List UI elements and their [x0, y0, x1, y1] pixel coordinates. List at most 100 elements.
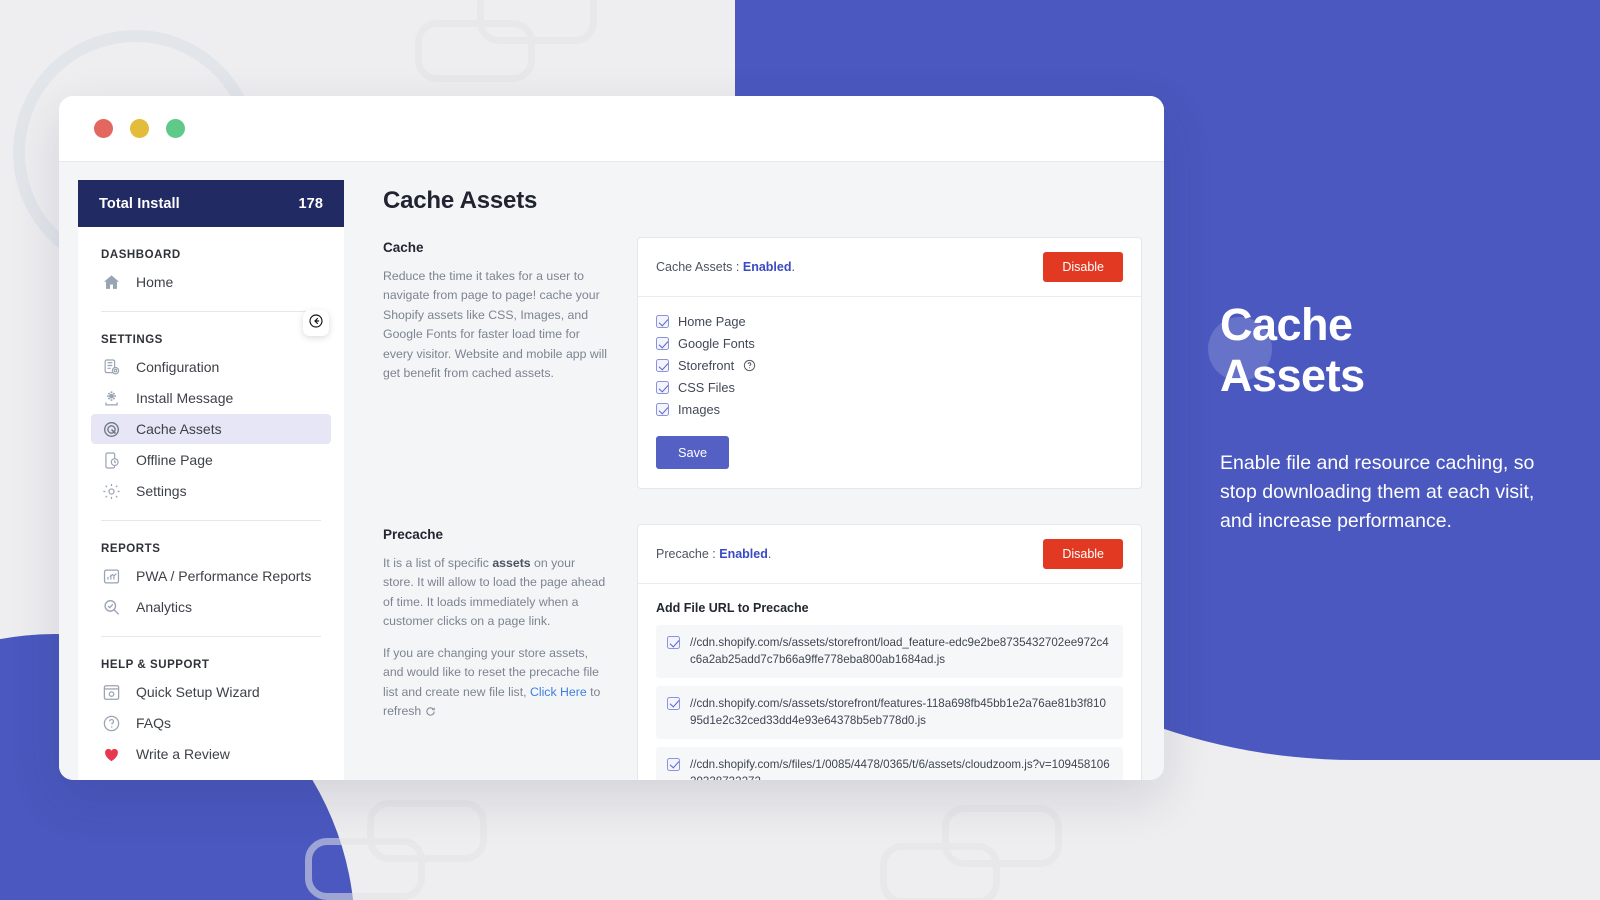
precache-card-header: Precache : Enabled. Disable	[638, 525, 1141, 584]
gear-install-icon	[101, 388, 122, 409]
precache-disable-button[interactable]: Disable	[1043, 539, 1123, 569]
maximize-icon[interactable]	[166, 119, 185, 138]
cache-section: Cache Reduce the time it takes for a use…	[383, 237, 1142, 489]
precache-file-row[interactable]: //cdn.shopify.com/s/assets/storefront/fe…	[656, 685, 1123, 739]
checkbox-row[interactable]: CSS Files	[656, 380, 1123, 395]
question-circle-icon	[101, 713, 122, 734]
cache-clock-icon	[101, 419, 122, 440]
cache-heading: Cache	[383, 240, 424, 255]
checkbox-home-page[interactable]	[656, 315, 669, 328]
precache-file-url: //cdn.shopify.com/s/assets/storefront/fe…	[690, 696, 1106, 728]
cache-status: Cache Assets : Enabled.	[656, 260, 795, 274]
precache-description-2: If you are changing your store assets, a…	[383, 644, 609, 722]
sidebar-item-cache-assets[interactable]: Cache Assets	[91, 414, 331, 444]
sidebar-item-offline-page[interactable]: Offline Page	[91, 445, 331, 475]
precache-file-row[interactable]: //cdn.shopify.com/s/assets/storefront/lo…	[656, 625, 1123, 678]
precache-file-checkbox[interactable]	[667, 696, 680, 710]
precache-desc-a: It is a list of specific	[383, 556, 493, 570]
sidebar-item-pwa-performance-reports[interactable]: PWA / Performance Reports	[91, 561, 331, 591]
sidebar-item-quick-setup-wizard[interactable]: Quick Setup Wizard	[91, 677, 331, 707]
sidebar-nav: DASHBOARD Home SETTINGS Configuration In…	[78, 227, 344, 769]
sidebar-item-label: Quick Setup Wizard	[136, 684, 260, 700]
precache-file-checkbox[interactable]	[667, 636, 680, 649]
sidebar-item-label: Offline Page	[136, 452, 213, 468]
total-install-count: 178	[298, 195, 323, 212]
sidebar-section-dashboard: DASHBOARD	[101, 249, 181, 261]
sidebar-item-label: Cache Assets	[136, 421, 222, 437]
precache-heading: Precache	[383, 527, 444, 542]
promo-title-line2: Assets	[1220, 349, 1365, 401]
document-gear-icon	[101, 357, 122, 378]
sidebar-item-analytics[interactable]: Analytics	[91, 592, 331, 622]
cache-disable-button[interactable]: Disable	[1043, 252, 1123, 282]
sidebar-item-configuration[interactable]: Configuration	[91, 352, 331, 382]
precache-status-suffix: .	[767, 547, 772, 561]
precache-section-info: Precache It is a list of specific assets…	[383, 524, 609, 780]
background-links-decoration-top	[415, 0, 615, 82]
precache-section: Precache It is a list of specific assets…	[383, 524, 1142, 780]
cache-card-header: Cache Assets : Enabled. Disable	[638, 238, 1141, 297]
cache-status-suffix: .	[791, 260, 795, 274]
checkbox-row[interactable]: Storefront	[656, 358, 1123, 373]
sidebar-item-label: Install Message	[136, 390, 234, 406]
add-file-url-label: Add File URL to Precache	[656, 601, 809, 615]
promo-title-line1: Cache	[1220, 299, 1353, 350]
precache-status: Precache : Enabled.	[656, 547, 771, 561]
app-body: Total Install 178 DASHBOARD Home SETTING…	[59, 161, 1164, 780]
checkbox-css-files[interactable]	[656, 381, 669, 394]
mobile-offline-icon	[101, 450, 122, 471]
checkbox-label: Google Fonts	[678, 336, 755, 351]
checkbox-row[interactable]: Home Page	[656, 314, 1123, 329]
checkbox-row[interactable]: Images	[656, 402, 1123, 417]
sidebar-item-faqs[interactable]: FAQs	[91, 708, 331, 738]
wizard-window-icon	[101, 682, 122, 703]
checkbox-google-fonts[interactable]	[656, 337, 669, 350]
home-icon	[101, 272, 122, 293]
refresh-icon[interactable]	[425, 704, 436, 716]
minimize-icon[interactable]	[130, 119, 149, 138]
sidebar-item-label: FAQs	[136, 715, 172, 731]
cache-card: Cache Assets : Enabled. Disable Home Pag…	[637, 237, 1142, 489]
promo-body: Enable file and resource caching, so sto…	[1220, 451, 1535, 533]
sidebar-item-install-message[interactable]: Install Message	[91, 383, 331, 413]
circle-arrow-left-icon	[308, 313, 324, 334]
main-content: Cache Assets Cache Reduce the time it ta…	[344, 162, 1164, 780]
checkbox-row[interactable]: Google Fonts	[656, 336, 1123, 351]
precache-file-url: //cdn.shopify.com/s/assets/storefront/lo…	[690, 636, 1109, 667]
cache-status-prefix: Cache Assets :	[656, 260, 743, 274]
total-install-label: Total Install	[99, 195, 180, 212]
question-circle-icon[interactable]	[743, 359, 756, 372]
checkbox-images[interactable]	[656, 403, 669, 416]
checkbox-label: Home Page	[678, 314, 746, 329]
precache-status-value: Enabled	[719, 547, 768, 561]
precache-desc-bold: assets	[492, 556, 531, 570]
sidebar-item-home[interactable]: Home	[91, 267, 331, 297]
sidebar-total-install-banner: Total Install 178	[78, 180, 344, 227]
cache-status-value: Enabled	[742, 260, 792, 274]
cache-card-body: Home Page Google Fonts Storefront CSS Fi…	[638, 297, 1141, 488]
precache-card-body: Add File URL to Precache //cdn.shopify.c…	[638, 584, 1141, 780]
cache-save-button[interactable]: Save	[656, 436, 730, 469]
sidebar-collapse-button[interactable]	[303, 310, 329, 336]
sidebar-item-label: Settings	[136, 483, 187, 499]
sidebar-item-label: Home	[136, 274, 174, 290]
sidebar-item-write-a-review[interactable]: Write a Review	[91, 739, 331, 769]
page-title: Cache Assets	[383, 187, 538, 214]
background-links-decoration-bottom-left	[305, 800, 505, 900]
close-icon[interactable]	[94, 119, 113, 138]
precache-file-row[interactable]: //cdn.shopify.com/s/files/1/0085/4478/03…	[656, 746, 1123, 780]
background-links-decoration-bottom-right	[880, 805, 1080, 900]
click-here-link[interactable]: Click Here	[530, 685, 587, 699]
sidebar-item-settings[interactable]: Settings	[91, 476, 331, 506]
precache-status-prefix: Precache :	[656, 547, 720, 561]
promo-panel: Cache Assets Enable file and resource cac…	[1208, 299, 1550, 536]
window-titlebar	[59, 96, 1164, 161]
checkbox-label: Images	[678, 402, 720, 417]
sidebar-item-label: Write a Review	[136, 746, 230, 762]
promo-title: Cache Assets	[1220, 299, 1550, 402]
precache-file-checkbox[interactable]	[667, 757, 680, 771]
heart-icon	[101, 744, 122, 765]
precache-description-1: It is a list of specific assets on your …	[383, 554, 609, 632]
app-window: Total Install 178 DASHBOARD Home SETTING…	[59, 96, 1164, 780]
checkbox-storefront[interactable]	[656, 359, 669, 372]
